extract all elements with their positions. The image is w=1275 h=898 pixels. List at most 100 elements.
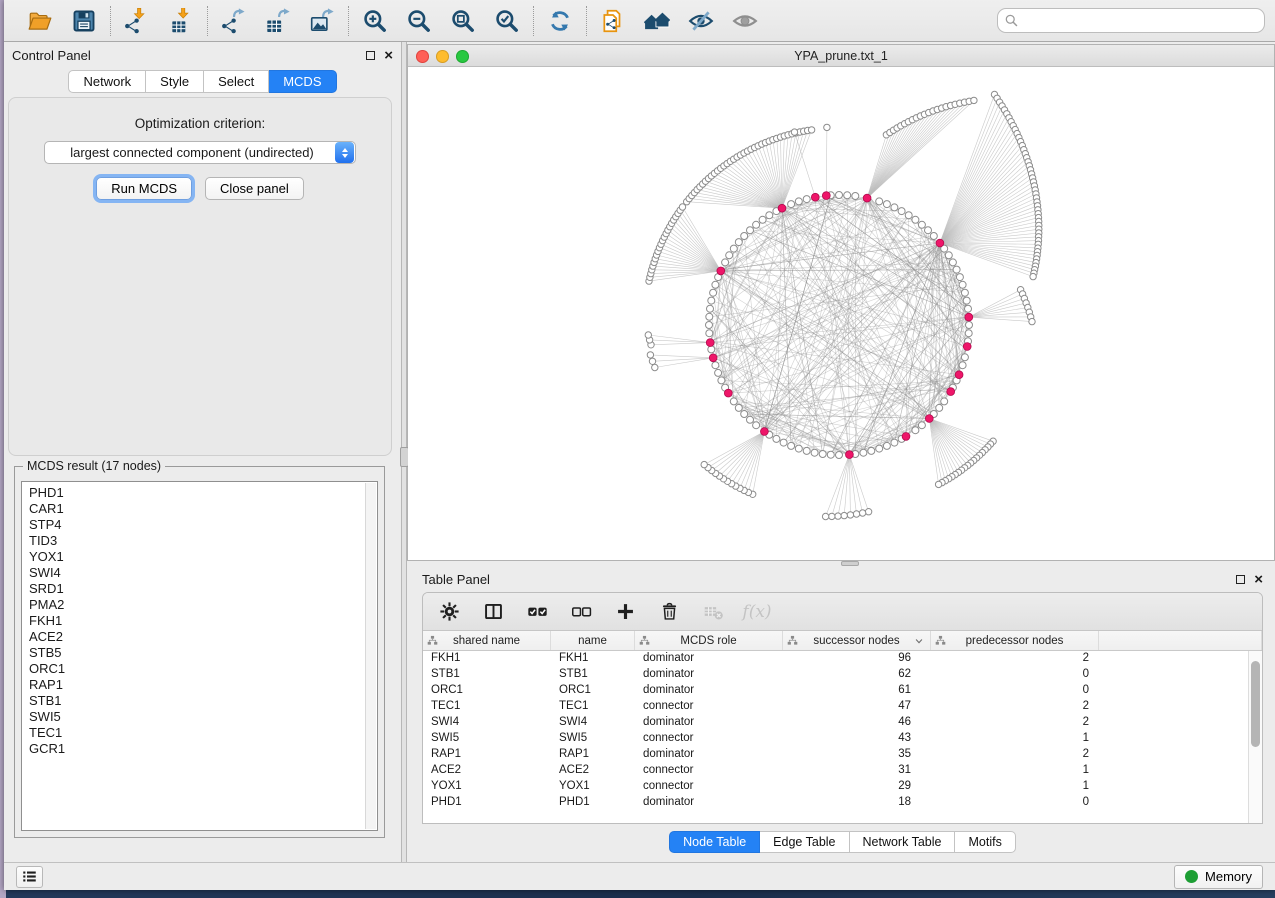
- create-column-button[interactable]: [613, 600, 637, 624]
- table-cell: [1099, 683, 1262, 699]
- import-table-button[interactable]: [167, 7, 195, 35]
- tab-select[interactable]: Select: [204, 70, 269, 93]
- tab-motifs[interactable]: Motifs: [955, 831, 1015, 853]
- float-table-panel-icon[interactable]: [1236, 575, 1245, 584]
- network-canvas[interactable]: [408, 67, 1274, 560]
- mcds-node-item[interactable]: TEC1: [29, 725, 377, 741]
- table-row[interactable]: PHD1PHD1dominator180: [423, 795, 1262, 811]
- table-cell: dominator: [635, 683, 783, 699]
- window-close-traffic-light[interactable]: [416, 50, 429, 63]
- mcds-node-item[interactable]: YOX1: [29, 549, 377, 565]
- mcds-node-item[interactable]: STB1: [29, 693, 377, 709]
- open-file-button[interactable]: [26, 7, 54, 35]
- delete-table-button: [701, 600, 725, 624]
- checks-icon: [527, 601, 548, 622]
- table-settings-button[interactable]: [437, 600, 461, 624]
- window-maximize-traffic-light[interactable]: [456, 50, 469, 63]
- column-header-MCDS-role[interactable]: MCDS role: [635, 631, 783, 650]
- close-table-panel-icon[interactable]: ×: [1254, 572, 1263, 587]
- table-row[interactable]: TEC1TEC1connector472: [423, 699, 1262, 715]
- float-panel-icon[interactable]: [366, 51, 375, 60]
- mcds-node-item[interactable]: SWI5: [29, 709, 377, 725]
- table-row[interactable]: STB1STB1dominator620: [423, 667, 1262, 683]
- table-cell: 1: [931, 763, 1099, 779]
- table-cell: ORC1: [551, 683, 635, 699]
- table-cell: ACE2: [551, 763, 635, 779]
- horizontal-splitter[interactable]: [407, 561, 1275, 566]
- save-session-button[interactable]: [70, 7, 98, 35]
- table-row[interactable]: ORC1ORC1dominator610: [423, 683, 1262, 699]
- run-mcds-button[interactable]: Run MCDS: [96, 177, 192, 200]
- table-cell: TEC1: [551, 699, 635, 715]
- export-table-button[interactable]: [264, 7, 292, 35]
- tab-mcds[interactable]: MCDS: [269, 70, 336, 93]
- mcds-node-item[interactable]: STB5: [29, 645, 377, 661]
- table-scrollbar[interactable]: [1248, 651, 1262, 823]
- mcds-node-item[interactable]: PHD1: [29, 485, 377, 501]
- table-cell: [1099, 747, 1262, 763]
- table-cell: 29: [783, 779, 931, 795]
- tab-style[interactable]: Style: [146, 70, 204, 93]
- hide-selected-button[interactable]: [687, 7, 715, 35]
- first-neighbors-button[interactable]: [643, 7, 671, 35]
- table-cell: 47: [783, 699, 931, 715]
- close-panel-icon[interactable]: ×: [384, 48, 393, 63]
- export-image-button[interactable]: [308, 7, 336, 35]
- panel-splitter[interactable]: [401, 42, 407, 862]
- zoom-in-button[interactable]: [361, 7, 389, 35]
- table-row[interactable]: FKH1FKH1dominator962: [423, 651, 1262, 667]
- mcds-node-item[interactable]: TID3: [29, 533, 377, 549]
- search-icon: [1004, 13, 1019, 28]
- table-row[interactable]: RAP1RAP1dominator352: [423, 747, 1262, 763]
- tab-network-table[interactable]: Network Table: [850, 831, 956, 853]
- memory-button[interactable]: Memory: [1174, 865, 1263, 889]
- close-panel-button[interactable]: Close panel: [205, 177, 304, 200]
- refresh-network-button[interactable]: [546, 7, 574, 35]
- deselect-all-rows-button[interactable]: [569, 600, 593, 624]
- mcds-node-item[interactable]: RAP1: [29, 677, 377, 693]
- show-hidden-button[interactable]: [731, 7, 759, 35]
- import-network-button[interactable]: [123, 7, 151, 35]
- select-all-rows-button[interactable]: [525, 600, 549, 624]
- export-network-button[interactable]: [220, 7, 248, 35]
- table-row[interactable]: ACE2ACE2connector311: [423, 763, 1262, 779]
- column-header-shared-name[interactable]: shared name: [423, 631, 551, 650]
- search-input[interactable]: [997, 8, 1265, 33]
- mcds-node-item[interactable]: PMA2: [29, 597, 377, 613]
- memory-status-icon: [1185, 870, 1198, 883]
- mcds-node-item[interactable]: CAR1: [29, 501, 377, 517]
- horizontal-splitter-handle[interactable]: [841, 561, 859, 566]
- window-minimize-traffic-light[interactable]: [436, 50, 449, 63]
- zoom-selected-button[interactable]: [493, 7, 521, 35]
- mcds-node-item[interactable]: GCR1: [29, 741, 377, 757]
- column-header-successor-nodes[interactable]: successor nodes: [783, 631, 931, 650]
- criterion-select[interactable]: largest connected component (undirected): [44, 141, 356, 164]
- table-cell: YOX1: [423, 779, 551, 795]
- mcds-node-item[interactable]: ACE2: [29, 629, 377, 645]
- mcds-node-item[interactable]: STP4: [29, 517, 377, 533]
- mcds-node-item[interactable]: FKH1: [29, 613, 377, 629]
- mcds-list-scrollbar[interactable]: [365, 483, 376, 829]
- column-header-predecessor-nodes[interactable]: predecessor nodes: [931, 631, 1099, 650]
- mcds-node-item[interactable]: SWI4: [29, 565, 377, 581]
- table-row[interactable]: SWI5SWI5connector431: [423, 731, 1262, 747]
- desktop-background: Control Panel × NetworkStyleSelectMCDS O…: [0, 0, 1275, 898]
- task-history-button[interactable]: [16, 866, 43, 888]
- mcds-node-item[interactable]: ORC1: [29, 661, 377, 677]
- delete-column-button[interactable]: [657, 600, 681, 624]
- table-row[interactable]: YOX1YOX1connector291: [423, 779, 1262, 795]
- zoom-fit-button[interactable]: [449, 7, 477, 35]
- column-header-name[interactable]: name: [551, 631, 635, 650]
- tab-edge-table[interactable]: Edge Table: [760, 831, 849, 853]
- tab-node-table[interactable]: Node Table: [669, 831, 760, 853]
- mcds-node-item[interactable]: SRD1: [29, 581, 377, 597]
- tab-network[interactable]: Network: [68, 70, 146, 93]
- column-label: successor nodes: [813, 635, 899, 647]
- mcds-result-list[interactable]: PHD1CAR1STP4TID3YOX1SWI4SRD1PMA2FKH1ACE2…: [21, 481, 378, 831]
- table-scrollbar-thumb[interactable]: [1251, 661, 1260, 747]
- table-row[interactable]: SWI4SWI4dominator462: [423, 715, 1262, 731]
- clone-network-button[interactable]: [599, 7, 627, 35]
- table-cell: ORC1: [423, 683, 551, 699]
- zoom-out-button[interactable]: [405, 7, 433, 35]
- split-table-view-button[interactable]: [481, 600, 505, 624]
